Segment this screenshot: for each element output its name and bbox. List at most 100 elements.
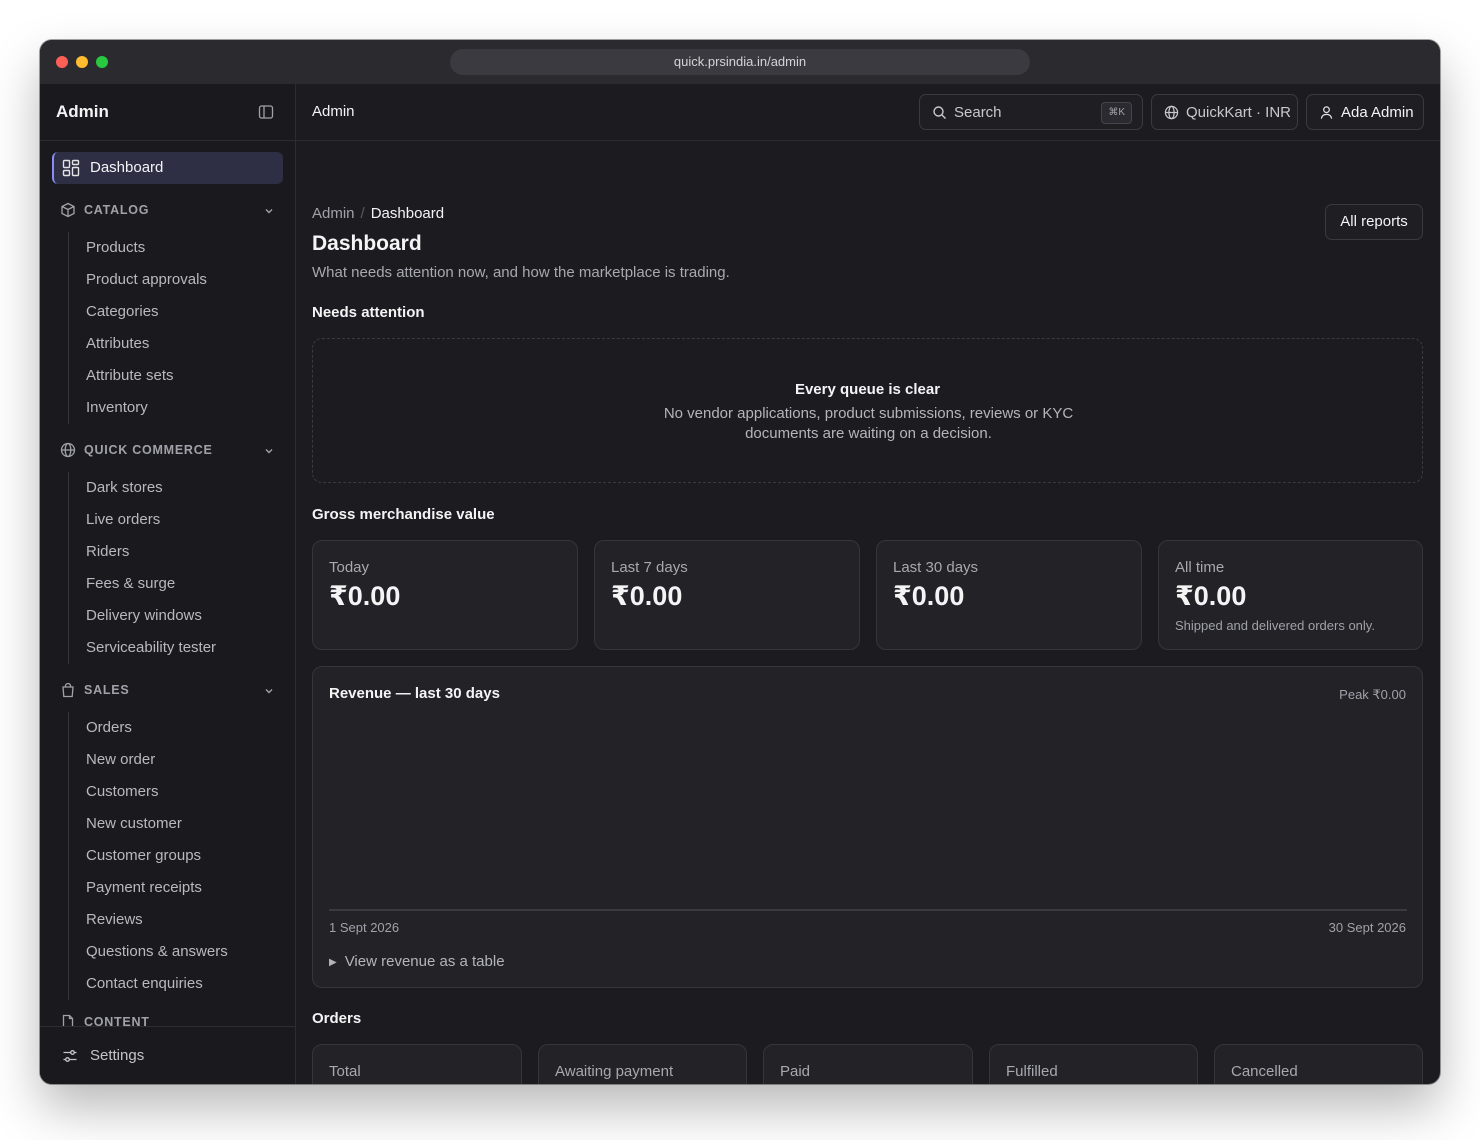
gmv-card-value: ₹0.00 <box>611 581 683 611</box>
chart-peak-label: Peak ₹0.00 <box>1339 687 1406 702</box>
gmv-card-label: Last 30 days <box>893 559 979 576</box>
orders-heading: Orders <box>312 1010 362 1027</box>
orders-card-fulfilled[interactable]: Fulfilled 0 <box>989 1044 1198 1084</box>
sidebar-item-inventory[interactable]: Inventory <box>69 392 279 424</box>
toggle-label: View revenue as a table <box>344 953 505 970</box>
close-window-button[interactable] <box>56 56 68 68</box>
address-bar[interactable]: quick.prsindia.in/admin <box>450 49 1030 75</box>
gmv-card-value: ₹0.00 <box>1175 581 1247 611</box>
sidebar-item-serviceability-tester[interactable]: Serviceability tester <box>69 632 279 664</box>
orders-card-awaiting-payment[interactable]: Awaiting payment 34 <box>538 1044 747 1084</box>
store-label: QuickKart · INR <box>1186 104 1292 121</box>
empty-state-title: Every queue is clear <box>794 381 941 398</box>
sidebar-toggle-icon[interactable] <box>258 104 274 120</box>
orders-card-paid[interactable]: Paid 0 <box>763 1044 973 1084</box>
chart-x-axis <box>329 909 1407 911</box>
section-content-header[interactable]: CONTENT <box>60 1010 275 1026</box>
sidebar-item-label: Dashboard <box>90 159 164 176</box>
box-icon <box>60 202 76 218</box>
search-label: Search <box>954 104 1002 121</box>
orders-card-label: Cancelled <box>1231 1063 1298 1080</box>
sidebar-item-new-order[interactable]: New order <box>69 744 279 776</box>
sidebar-item-categories[interactable]: Categories <box>69 296 279 328</box>
dashboard-grid-icon <box>62 159 80 177</box>
all-reports-button[interactable]: All reports <box>1325 204 1423 240</box>
revenue-chart: Revenue — last 30 days Peak ₹0.00 1 Sept… <box>312 666 1423 988</box>
sidebar-header: Admin <box>40 84 295 141</box>
sidebar-item-orders[interactable]: Orders <box>69 712 279 744</box>
section-quick-commerce-header[interactable]: QUICK COMMERCE <box>60 438 275 462</box>
sidebar-item-attribute-sets[interactable]: Attribute sets <box>69 360 279 392</box>
needs-attention-empty-state: Every queue is clear No vendor applicati… <box>312 338 1423 483</box>
gmv-card-today: Today ₹0.00 <box>312 540 578 650</box>
chart-x-start-label: 1 Sept 2026 <box>329 920 400 935</box>
section-catalog-header[interactable]: CATALOG <box>60 198 275 222</box>
chart-title: Revenue — last 30 days <box>329 685 500 702</box>
breadcrumb-admin-link[interactable]: Admin <box>312 205 355 222</box>
gmv-card-all-time: All time ₹0.00 Shipped and delivered ord… <box>1158 540 1423 650</box>
topbar-title: Admin <box>312 103 355 120</box>
needs-attention-heading: Needs attention <box>312 304 425 321</box>
section-label: QUICK COMMERCE <box>84 443 213 457</box>
sidebar-item-payment-receipts[interactable]: Payment receipts <box>69 872 279 904</box>
orders-card-label: Fulfilled <box>1006 1063 1058 1080</box>
chevron-down-icon <box>263 444 275 456</box>
sidebar-item-settings[interactable]: Settings <box>40 1026 295 1084</box>
search-input[interactable]: Search ⌘K <box>919 94 1143 130</box>
chart-x-end-label: 30 Sept 2026 <box>1328 920 1406 935</box>
sidebar-item-riders[interactable]: Riders <box>69 536 279 568</box>
view-revenue-table-toggle[interactable]: ▶ View revenue as a table <box>329 953 505 970</box>
quick-commerce-links: Dark stores Live orders Riders Fees & su… <box>68 472 279 664</box>
minimize-window-button[interactable] <box>76 56 88 68</box>
gmv-card-label: Today <box>329 559 370 576</box>
sliders-icon <box>62 1048 78 1064</box>
browser-window: quick.prsindia.in/admin Admin Dashboard <box>40 40 1440 1084</box>
sales-links: Orders New order Customers New customer … <box>68 712 279 1000</box>
main-content: Admin Search ⌘K QuickKart · INR Ada Admi… <box>296 84 1440 1084</box>
orders-card-label: Total <box>329 1063 361 1080</box>
section-label: SALES <box>84 683 130 697</box>
breadcrumb: Admin / Dashboard <box>312 205 444 222</box>
orders-card-cancelled[interactable]: Cancelled 7 <box>1214 1044 1423 1084</box>
sidebar-item-dashboard[interactable]: Dashboard <box>52 152 283 184</box>
store-switcher-button[interactable]: QuickKart · INR <box>1151 94 1298 130</box>
sidebar-item-contact-enquiries[interactable]: Contact enquiries <box>69 968 279 1000</box>
sidebar-item-customer-groups[interactable]: Customer groups <box>69 840 279 872</box>
sidebar-item-new-customer[interactable]: New customer <box>69 808 279 840</box>
chart-plot-area <box>329 711 1407 909</box>
gmv-card-30-days: Last 30 days ₹0.00 <box>876 540 1142 650</box>
breadcrumb-current: Dashboard <box>370 205 445 222</box>
gmv-card-value: ₹0.00 <box>893 581 965 611</box>
user-label: Ada Admin <box>1341 104 1414 121</box>
chevron-down-icon <box>263 684 275 696</box>
sidebar-item-delivery-windows[interactable]: Delivery windows <box>69 600 279 632</box>
gmv-card-value: ₹0.00 <box>329 581 401 611</box>
section-sales-header[interactable]: SALES <box>60 678 275 702</box>
disclosure-triangle-icon: ▶ <box>329 957 337 968</box>
sidebar-item-questions-answers[interactable]: Questions & answers <box>69 936 279 968</box>
page-subtitle: What needs attention now, and how the ma… <box>312 264 730 281</box>
sidebar: Admin Dashboard CATALOG Products Product… <box>40 84 296 1084</box>
user-icon <box>1319 105 1334 120</box>
file-icon <box>60 1014 76 1026</box>
sidebar-item-customers[interactable]: Customers <box>69 776 279 808</box>
maximize-window-button[interactable] <box>96 56 108 68</box>
settings-label: Settings <box>90 1047 145 1064</box>
globe-icon <box>60 442 76 458</box>
sidebar-item-attributes[interactable]: Attributes <box>69 328 279 360</box>
user-menu-button[interactable]: Ada Admin <box>1306 94 1424 130</box>
sidebar-item-live-orders[interactable]: Live orders <box>69 504 279 536</box>
sidebar-item-reviews[interactable]: Reviews <box>69 904 279 936</box>
sidebar-item-fees-surge[interactable]: Fees & surge <box>69 568 279 600</box>
sidebar-item-dark-stores[interactable]: Dark stores <box>69 472 279 504</box>
orders-card-total[interactable]: Total 41 <box>312 1044 522 1084</box>
orders-card-label: Awaiting payment <box>555 1063 674 1080</box>
sidebar-title: Admin <box>56 102 109 121</box>
gmv-card-7-days: Last 7 days ₹0.00 <box>594 540 860 650</box>
search-shortcut-hint: ⌘K <box>1101 102 1132 124</box>
sidebar-item-products[interactable]: Products <box>69 232 279 264</box>
orders-card-label: Paid <box>780 1063 811 1080</box>
gmv-card-label: All time <box>1175 559 1225 576</box>
sidebar-item-product-approvals[interactable]: Product approvals <box>69 264 279 296</box>
globe-icon <box>1164 105 1179 120</box>
